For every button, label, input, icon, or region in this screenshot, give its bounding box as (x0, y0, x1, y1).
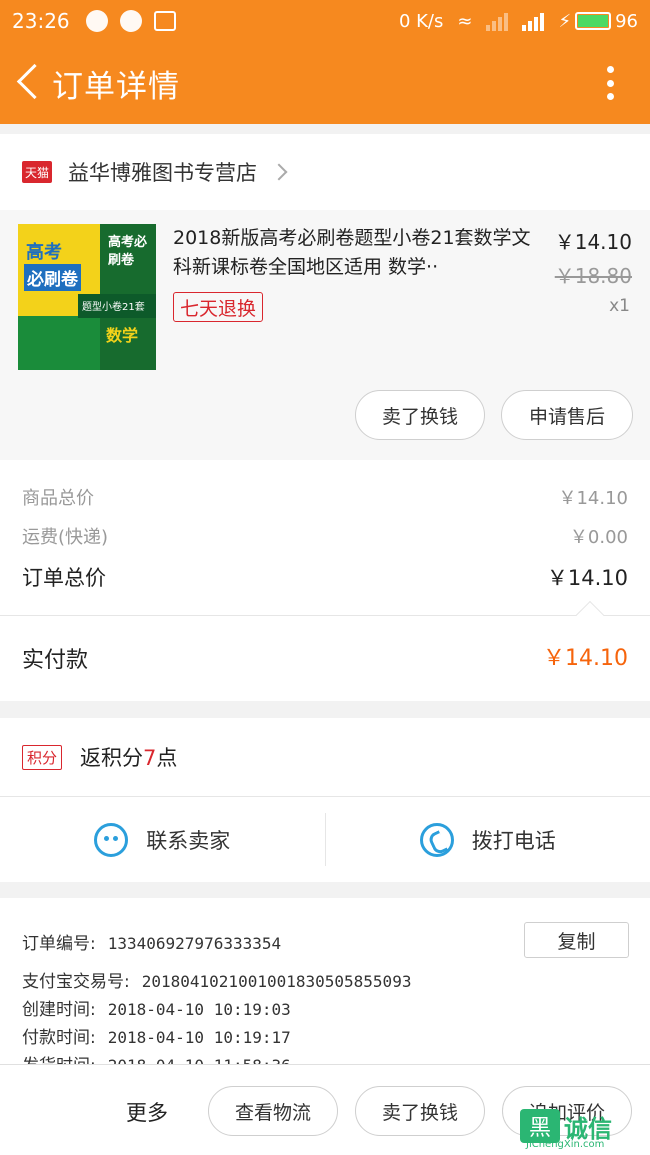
shipping-time-row: 发货时间:2018-04-10 11:58:36 (22, 1051, 291, 1064)
status-time: 23:26 (12, 9, 70, 33)
contact-bar: 联系卖家 拨打电话 (0, 796, 650, 882)
status-bar: 23:26 0 K/s ≈ ⚡ 96 (0, 0, 650, 42)
signal-icon-sim1 (522, 11, 545, 31)
battery-level: 96 (615, 10, 638, 32)
order-total-value: ￥14.10 (546, 566, 628, 590)
tmall-badge: 天猫 (22, 161, 52, 183)
chat-notification-icon (85, 10, 108, 32)
product-original-price: ￥18.80 (554, 264, 632, 288)
price-summary: 商品总价 ￥14.10 运费(快递) ￥0.00 订单总价 ￥14.10 (0, 460, 650, 615)
site-watermark: 黑 诚信 JiChengXin.com (520, 1109, 642, 1150)
after-sales-button[interactable]: 申请售后 (501, 390, 633, 440)
watermark-logo: 黑 (520, 1109, 560, 1143)
payment-time-row: 付款时间: 2018-04-10 10:19:17 (22, 1028, 291, 1048)
back-arrow-icon[interactable] (6, 42, 52, 124)
created-time: 2018-04-10 10:19:03 (107, 1000, 291, 1019)
points-text: 返积分7点 (80, 746, 178, 770)
battery-indicator: ⚡ 96 (558, 11, 638, 32)
created-time-row: 创建时间: 2018-04-10 10:19:03 (22, 1000, 291, 1020)
call-label: 拨打电话 (471, 828, 556, 853)
alipay-trade-row: 支付宝交易号: 2018041021001001830505855093 (22, 972, 412, 992)
order-total-row: 订单总价 ￥14.10 (22, 562, 628, 592)
notification-icons (85, 10, 176, 32)
payment-time: 2018-04-10 10:19:17 (107, 1028, 291, 1047)
order-total-label: 订单总价 (22, 566, 106, 590)
app-notification-icon (119, 10, 142, 32)
wifi-icon: ≈ (457, 10, 473, 32)
phone-icon (419, 822, 454, 857)
page-title: 订单详情 (52, 68, 180, 105)
status-right: 0 K/s ≈ ⚡ 96 (399, 11, 638, 32)
image-notification-icon (153, 11, 176, 31)
shipping-label: 运费(快递) (22, 527, 109, 548)
goods-total-value: ￥14.10 (558, 488, 628, 509)
points-count: 7 (143, 746, 157, 770)
product-price: ￥14.10 (554, 230, 632, 254)
chevron-right-icon (270, 163, 288, 181)
watermark-url: JiChengXin.com (526, 1139, 605, 1150)
amount-paid-value: ￥14.10 (543, 646, 628, 671)
shop-row[interactable]: 天猫 益华博雅图书专营店 (0, 134, 650, 210)
order-info: 订单编号: 133406927976333354 复制 支付宝交易号: 201804… (0, 898, 650, 1064)
resell-bottom-button[interactable]: 卖了换钱 (355, 1086, 485, 1136)
product-quantity: x1 (609, 296, 630, 316)
call-button[interactable]: 拨打电话 (326, 797, 650, 882)
shipping-value: ￥0.00 (569, 527, 628, 548)
more-options-icon[interactable] (606, 66, 614, 100)
alipay-trade-number: 2018041021001001830505855093 (141, 972, 412, 991)
amount-paid-row: 实付款 ￥14.10 (0, 600, 650, 701)
product-title[interactable]: 2018新版高考必刷卷题型小卷21套数学文科新课标卷全国地区适用 数学·· (173, 224, 535, 282)
signal-icon-sim2 (486, 11, 509, 31)
resell-button[interactable]: 卖了换钱 (355, 390, 485, 440)
seven-day-return-badge: 七天退换 (173, 292, 264, 322)
amount-paid-label: 实付款 (22, 648, 89, 673)
chat-icon (94, 822, 129, 857)
points-badge: 积分 (22, 744, 63, 770)
goods-total-row: 商品总价 ￥14.10 (22, 484, 628, 510)
shipping-time: 2018-04-10 11:58:36 (108, 1056, 291, 1064)
contact-seller-label: 联系卖家 (146, 828, 231, 853)
shop-name[interactable]: 益华博雅图书专营店 (68, 157, 257, 187)
view-logistics-button[interactable]: 查看物流 (208, 1086, 338, 1136)
battery-icon (575, 12, 612, 30)
copy-button[interactable]: 复制 (524, 922, 629, 958)
nav-bar: 订单详情 (0, 42, 650, 124)
product-item[interactable]: 高考 必刷卷 高考必刷卷 题型小卷21套 数学 2018新版高考必刷卷题型小卷2… (0, 210, 650, 460)
order-number: 133406927976333354 (107, 934, 282, 953)
more-button[interactable]: 更多 (126, 1097, 168, 1127)
shipping-row: 运费(快递) ￥0.00 (22, 523, 628, 549)
contact-seller-button[interactable]: 联系卖家 (0, 797, 325, 882)
charging-icon: ⚡ (558, 10, 572, 32)
order-number-row: 订单编号: 133406927976333354 (22, 934, 282, 954)
goods-total-label: 商品总价 (22, 488, 94, 509)
net-speed: 0 K/s (398, 10, 444, 32)
points-row: 积分 返积分7点 (0, 718, 650, 796)
book-cover-image[interactable]: 高考 必刷卷 高考必刷卷 题型小卷21套 数学 (18, 224, 156, 370)
